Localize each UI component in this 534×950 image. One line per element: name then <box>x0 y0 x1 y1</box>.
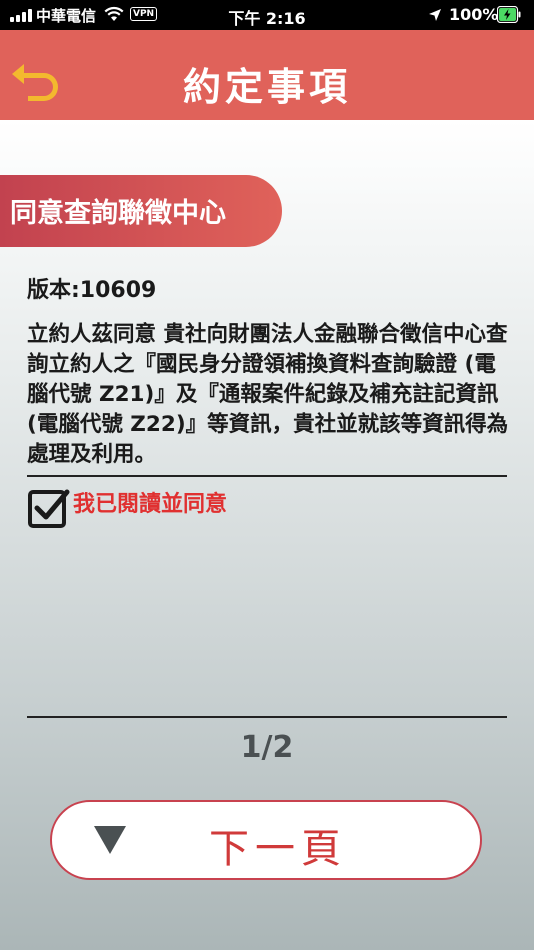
checkbox-checked-icon[interactable] <box>27 486 71 530</box>
section-title: 同意查詢聯徵中心 <box>10 198 226 229</box>
next-page-label: 下一頁 <box>209 826 347 872</box>
page-title: 約定事項 <box>182 65 351 109</box>
agreement-text: 立約人茲同意 貴社向財團法人金融聯合徵信中心查詢立約人之『國民身分證領補換資料查… <box>27 322 509 467</box>
divider-top <box>27 475 507 477</box>
page-indicator: 1/2 <box>240 730 294 765</box>
battery-charging-icon <box>497 6 521 23</box>
content-area: 同意查詢聯徵中心 版本:10609 立約人茲同意 貴社向財團法人金融聯合徵信中心… <box>0 120 534 950</box>
divider-bottom <box>27 716 507 718</box>
battery-percent: 100% <box>449 5 499 24</box>
section-tab: 同意查詢聯徵中心 <box>0 175 282 247</box>
next-page-button[interactable]: 下一頁 <box>50 800 482 880</box>
version-label: 版本:10609 <box>27 278 157 303</box>
header-bar: 約定事項 <box>0 30 534 120</box>
location-arrow-icon <box>429 9 441 21</box>
status-bar: 中華電信 VPN 下午 2:16 100% <box>0 0 534 30</box>
consent-label[interactable]: 我已閱讀並同意 <box>73 486 227 518</box>
